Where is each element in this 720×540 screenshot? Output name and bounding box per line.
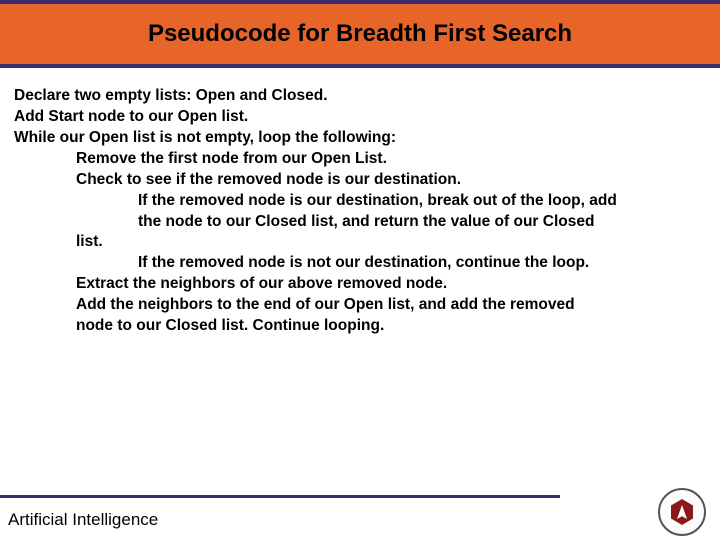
code-line: If the removed node is not our destinati…: [138, 253, 706, 274]
university-seal-icon: [658, 488, 706, 536]
code-line: Remove the first node from our Open List…: [76, 149, 706, 170]
footer: Artificial Intelligence: [0, 484, 720, 540]
code-line: list.: [76, 232, 706, 253]
title-bar: Pseudocode for Breadth First Search: [0, 0, 720, 68]
code-line: Add Start node to our Open list.: [14, 107, 706, 128]
code-line: node to our Closed list. Continue loopin…: [76, 316, 706, 337]
code-line: Add the neighbors to the end of our Open…: [76, 295, 706, 316]
code-line: Check to see if the removed node is our …: [76, 170, 706, 191]
pseudocode-content: Declare two empty lists: Open and Closed…: [0, 68, 720, 337]
seal-shield: [671, 499, 693, 525]
footer-text: Artificial Intelligence: [8, 510, 158, 530]
code-line: While our Open list is not empty, loop t…: [14, 128, 706, 149]
code-line: Extract the neighbors of our above remov…: [76, 274, 706, 295]
slide-title: Pseudocode for Breadth First Search: [148, 20, 572, 48]
footer-divider: [0, 495, 560, 498]
code-line: If the removed node is our destination, …: [138, 191, 706, 212]
code-line: the node to our Closed list, and return …: [138, 212, 706, 233]
code-line: Declare two empty lists: Open and Closed…: [14, 86, 706, 107]
seal-ring: [658, 488, 706, 536]
